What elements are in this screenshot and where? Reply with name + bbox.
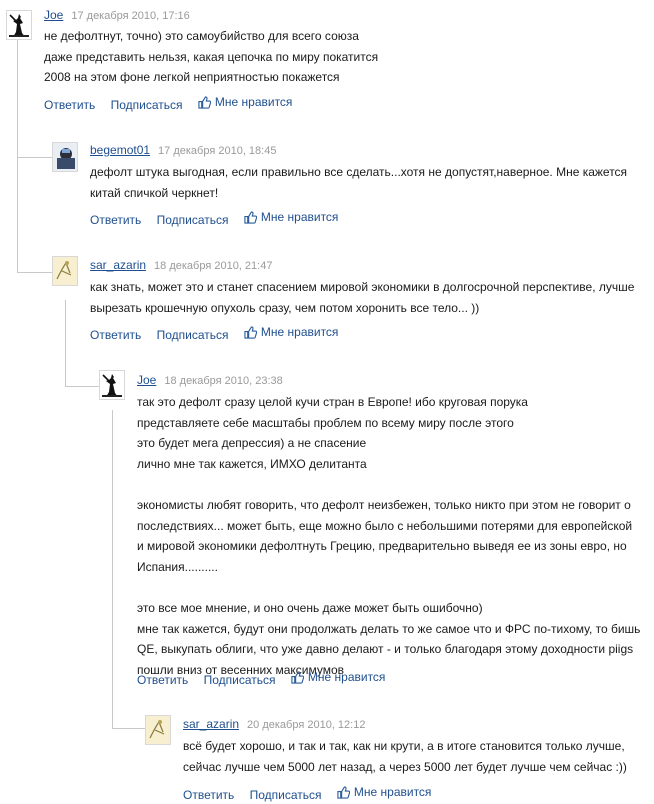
thumbs-up-icon bbox=[244, 325, 257, 339]
like-button[interactable]: Мне нравится bbox=[244, 325, 339, 339]
reply-link[interactable]: Ответить bbox=[137, 673, 188, 687]
comment-text: не дефолтнут, точно) это самоубийство дл… bbox=[44, 26, 644, 88]
comment-date: 17 декабря 2010, 18:45 bbox=[158, 145, 277, 157]
silhouette-figure-icon bbox=[100, 371, 124, 399]
like-label: Мне нравится bbox=[260, 210, 339, 224]
subscribe-link[interactable]: Подписаться bbox=[204, 673, 276, 687]
comment-text: так это дефолт сразу целой кучи стран в … bbox=[137, 392, 652, 680]
sketch-avatar-icon bbox=[53, 257, 77, 285]
avatar[interactable] bbox=[145, 715, 171, 745]
comment-line: экономисты любят говорить, что дефолт не… bbox=[137, 497, 631, 512]
photo-avatar-icon bbox=[53, 143, 77, 171]
comment-line: лично мне так кажется, ИМХО делитанта bbox=[137, 456, 367, 471]
comment-line: сейчас лучше чем 5000 лет назад, а через… bbox=[183, 759, 627, 774]
comment-date: 17 декабря 2010, 17:16 bbox=[71, 10, 190, 22]
thread-line bbox=[112, 410, 113, 728]
comment-line: всё будет хорошо, и так и так, как ни кр… bbox=[183, 739, 625, 753]
comment-author-link[interactable]: begemot01 bbox=[90, 143, 150, 157]
like-button[interactable]: Мне нравится bbox=[337, 785, 432, 799]
thread-line bbox=[65, 300, 66, 386]
comment-line: последствиях... может быть, еще можно бы… bbox=[137, 518, 633, 533]
subscribe-link[interactable]: Подписаться bbox=[157, 213, 229, 227]
comment-author-link[interactable]: Joe bbox=[44, 8, 63, 22]
reply-link[interactable]: Ответить bbox=[90, 328, 141, 342]
thumbs-up-icon bbox=[291, 670, 304, 684]
comment-author-link[interactable]: Joe bbox=[137, 373, 156, 387]
comment-line: китай спичкой черкнет! bbox=[90, 185, 219, 200]
comment-text: всё будет хорошо, и так и так, как ни кр… bbox=[183, 736, 653, 777]
comment-line: и мировой экономики дефолтнуть Грецию, п… bbox=[137, 539, 627, 554]
comment-line: мне так кажется, будут они продолжать де… bbox=[137, 621, 641, 636]
comment-line: дефолт штука выгодная, если правильно вс… bbox=[90, 165, 628, 179]
comment-line: представляете себе масштабы проблем по в… bbox=[137, 415, 514, 430]
avatar[interactable] bbox=[99, 370, 125, 400]
comment-line: вырезать крошечную опухоль сразу, чем по… bbox=[90, 300, 480, 315]
avatar[interactable] bbox=[52, 142, 78, 172]
comment-line: даже представить нельзя, какая цепочка п… bbox=[44, 49, 379, 64]
silhouette-figure-icon bbox=[7, 11, 31, 39]
comment-date: 18 декабря 2010, 21:47 bbox=[154, 260, 273, 272]
thread-line bbox=[17, 272, 52, 273]
thumbs-up-icon bbox=[244, 210, 257, 224]
sketch-avatar-icon bbox=[146, 716, 170, 744]
comment-date: 18 декабря 2010, 23:38 bbox=[164, 375, 283, 387]
comment-author-link[interactable]: sar_azarin bbox=[90, 258, 146, 272]
avatar[interactable] bbox=[52, 256, 78, 286]
thumbs-up-icon bbox=[337, 785, 350, 799]
thread-line bbox=[17, 40, 18, 272]
comment-line: Испания.......... bbox=[137, 559, 218, 574]
like-button[interactable]: Мне нравится bbox=[291, 670, 386, 684]
reply-link[interactable]: Ответить bbox=[183, 788, 234, 802]
like-label: Мне нравится bbox=[307, 670, 386, 684]
like-label: Мне нравится bbox=[353, 785, 432, 799]
reply-link[interactable]: Ответить bbox=[90, 213, 141, 227]
comment-line: как знать, может это и станет спасением … bbox=[90, 280, 635, 294]
like-button[interactable]: Мне нравится bbox=[244, 210, 339, 224]
comment-line: это все мое мнение, и оно очень даже мож… bbox=[137, 600, 483, 615]
thread-line bbox=[65, 386, 100, 387]
comment-line bbox=[137, 474, 652, 495]
comment-date: 20 декабря 2010, 12:12 bbox=[247, 719, 366, 731]
comment-line: это будет мега депрессия) а не спасение bbox=[137, 436, 367, 451]
comment-author-link[interactable]: sar_azarin bbox=[183, 717, 239, 731]
comment-text: как знать, может это и станет спасением … bbox=[90, 277, 654, 318]
comment-text: дефолт штука выгодная, если правильно вс… bbox=[90, 162, 650, 203]
thread-line bbox=[17, 157, 52, 158]
subscribe-link[interactable]: Подписаться bbox=[111, 98, 183, 112]
like-label: Мне нравится bbox=[214, 95, 293, 109]
reply-link[interactable]: Ответить bbox=[44, 98, 95, 112]
comment-line: так это дефолт сразу целой кучи стран в … bbox=[137, 395, 528, 409]
like-button[interactable]: Мне нравится bbox=[198, 95, 293, 109]
comment-line: 2008 на этом фоне легкой неприятностью п… bbox=[44, 70, 340, 85]
thumbs-up-icon bbox=[198, 95, 211, 109]
comment-line bbox=[137, 577, 652, 598]
avatar[interactable] bbox=[6, 10, 32, 40]
thread-line bbox=[112, 728, 145, 729]
subscribe-link[interactable]: Подписаться bbox=[157, 328, 229, 342]
comment-line: QE, выкупать облиги, что уже давно делаю… bbox=[137, 642, 634, 657]
comment-line: не дефолтнут, точно) это самоубийство дл… bbox=[44, 29, 359, 43]
like-label: Мне нравится bbox=[260, 325, 339, 339]
subscribe-link[interactable]: Подписаться bbox=[250, 788, 322, 802]
